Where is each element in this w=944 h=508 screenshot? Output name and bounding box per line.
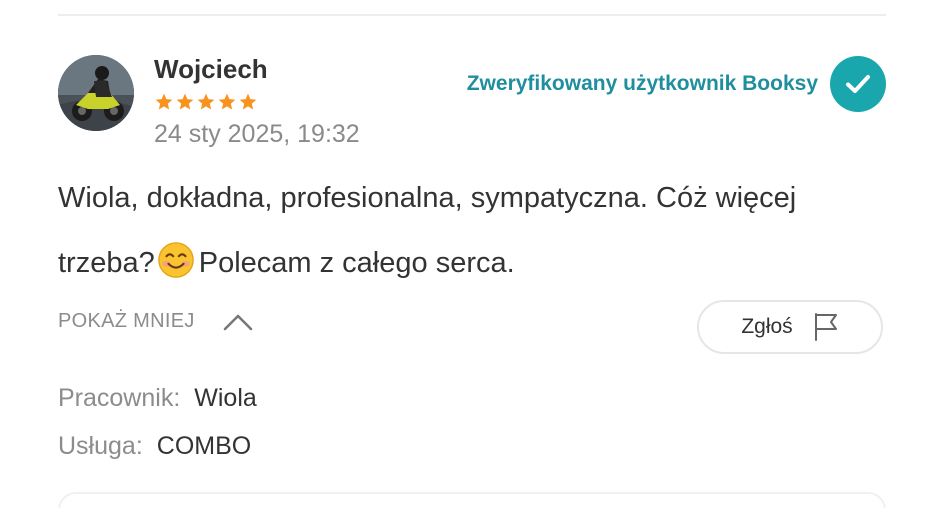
chevron-up-icon [223, 314, 252, 330]
service-value: COMBO [156, 432, 252, 460]
rating-stars [154, 92, 258, 112]
star-icon [218, 93, 236, 110]
verified-label: Zweryfikowany użytkownik Booksy [466, 72, 818, 95]
service-row: Usługa: COMBO [58, 432, 251, 461]
check-icon [830, 56, 886, 112]
avatar [58, 55, 134, 131]
smiling-face-icon [157, 242, 194, 278]
top-divider [58, 14, 886, 16]
worker-value: Wiola [194, 384, 257, 412]
show-less-toggle[interactable]: POKAŻ MNIEJ [58, 310, 253, 333]
report-button[interactable]: Zgłoś [697, 300, 883, 354]
show-less-label: POKAŻ MNIEJ [58, 310, 195, 332]
review-text: Wiola, dokładna, profesionalna, sympatyc… [58, 166, 858, 296]
worker-label: Pracownik: [58, 384, 181, 412]
reviewer-name: Wojciech [154, 54, 268, 84]
verified-user-badge: Zweryfikowany użytkownik Booksy [467, 56, 886, 112]
review-text-part2: Polecam z całego serca. [198, 247, 515, 279]
report-label: Zgłoś [741, 315, 793, 338]
review-card: Wojciech 24 sty 2025, 19:32 Zweryfikowan… [0, 0, 944, 508]
star-icon [239, 93, 257, 110]
worker-row: Pracownik: Wiola [58, 384, 257, 413]
star-icon [155, 93, 173, 110]
service-label: Usługa: [58, 432, 143, 460]
flag-icon [814, 313, 837, 341]
star-icon [197, 93, 215, 110]
review-date: 24 sty 2025, 19:32 [154, 120, 360, 148]
next-card-edge [58, 492, 886, 508]
star-icon [176, 93, 194, 110]
